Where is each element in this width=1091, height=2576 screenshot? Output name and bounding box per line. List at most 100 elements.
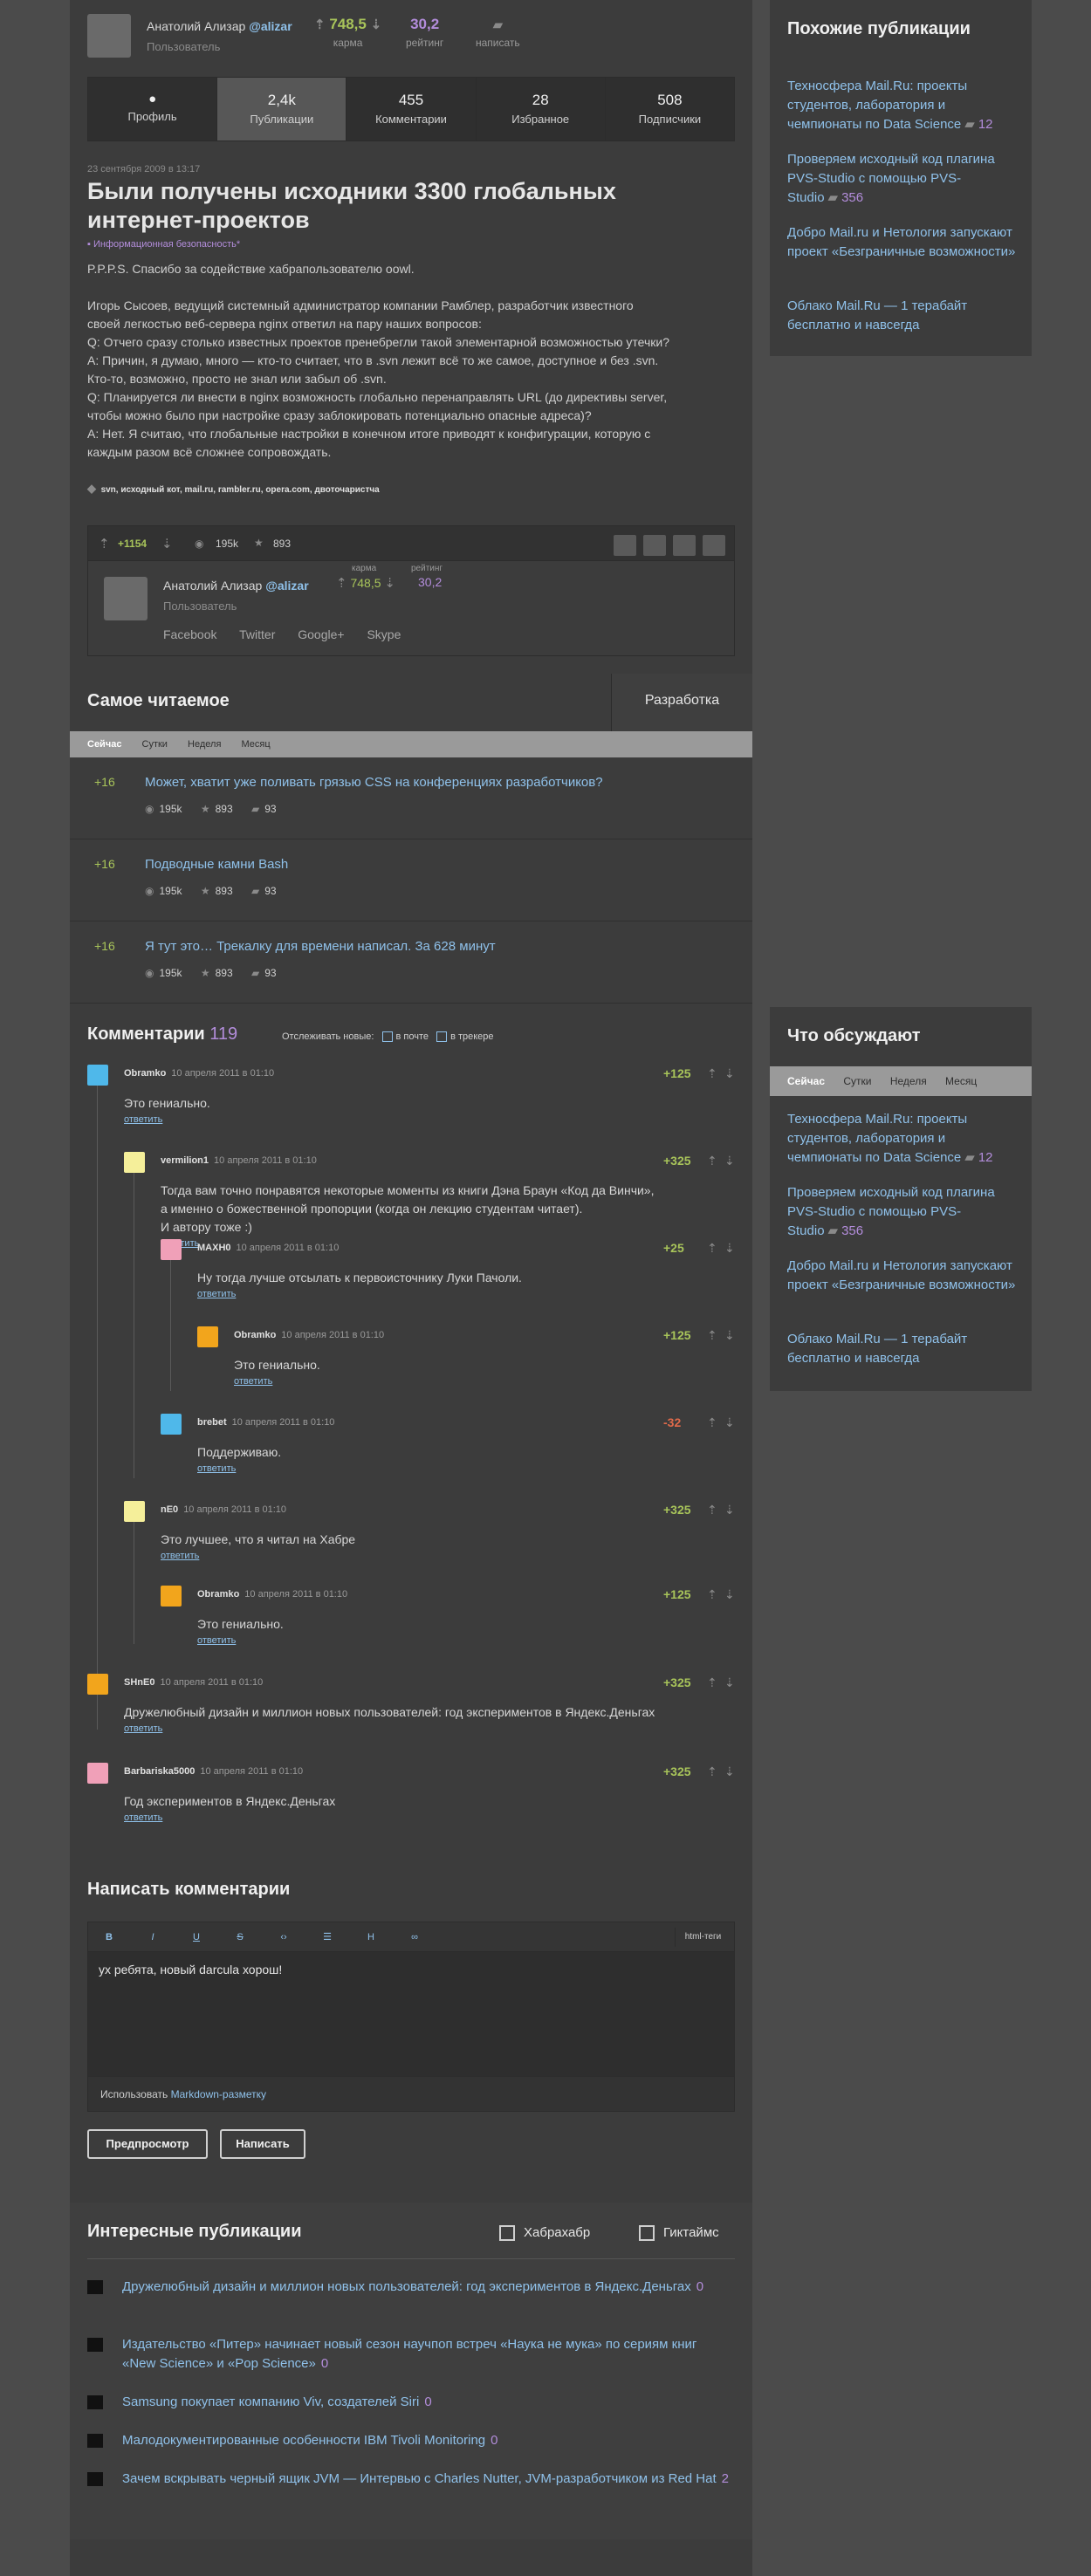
period-month[interactable]: Месяц — [241, 739, 270, 750]
comment-avatar[interactable] — [124, 1152, 145, 1173]
similar-link[interactable]: Облако Mail.Ru — 1 терабайт бесплатно и … — [787, 298, 967, 332]
vote-up-icon[interactable]: ⇡ — [314, 17, 326, 32]
list-icon[interactable]: ☰ — [315, 1928, 340, 1947]
vote-down-icon[interactable]: ⇣ — [724, 1154, 744, 1168]
strikethrough-icon[interactable]: S — [228, 1928, 252, 1947]
interesting-link[interactable]: Samsung покупает компанию Viv, создателе… — [122, 2394, 419, 2409]
comment-avatar[interactable] — [124, 1501, 145, 1522]
interesting-link[interactable]: Издательство «Питер» начинает новый сезо… — [122, 2337, 696, 2371]
bold-icon[interactable]: B — [97, 1928, 121, 1947]
submit-button[interactable]: Написать — [220, 2129, 305, 2159]
comment-avatar[interactable] — [87, 1763, 108, 1784]
track-tracker-checkbox[interactable] — [436, 1031, 448, 1043]
author-card-nick[interactable]: @alizar — [265, 579, 308, 593]
post-hub[interactable]: ▪ Информационная безопасность* — [87, 239, 240, 250]
vote-up-icon[interactable]: ⇡ — [99, 536, 110, 552]
vote-up-icon[interactable]: ⇡ — [707, 1328, 726, 1343]
vote-down-icon[interactable]: ⇣ — [384, 576, 395, 591]
markdown-link[interactable]: Markdown-разметку — [171, 2088, 266, 2100]
html-tags-button[interactable]: html-теги — [675, 1928, 731, 1947]
geektimes-filter[interactable]: Гиктаймс — [639, 2225, 719, 2242]
twitter-link[interactable]: Twitter — [239, 627, 275, 641]
reply-link[interactable]: ответить — [124, 1812, 162, 1823]
vote-down-icon[interactable]: ⇣ — [724, 1066, 744, 1081]
share-facebook-icon[interactable] — [643, 535, 666, 556]
facebook-link[interactable]: Facebook — [163, 627, 216, 641]
geektimes-checkbox[interactable] — [639, 2225, 655, 2242]
skype-link[interactable]: Skype — [367, 627, 401, 641]
discussed-link[interactable]: Техносфера Mail.Ru: проекты студентов, л… — [787, 1112, 967, 1165]
reply-link[interactable]: ответить — [197, 1289, 236, 1299]
interesting-link[interactable]: Дружелюбный дизайн и миллион новых польз… — [122, 2279, 691, 2294]
vote-up-icon[interactable]: ⇡ — [336, 576, 347, 591]
reply-link[interactable]: ответить — [161, 1551, 199, 1561]
write-message-button[interactable]: ▰ написать — [476, 16, 520, 49]
italic-icon[interactable]: I — [141, 1928, 165, 1947]
vote-up-icon[interactable]: ⇡ — [707, 1675, 726, 1690]
vote-down-icon[interactable]: ⇣ — [371, 17, 382, 32]
comment-avatar[interactable] — [87, 1065, 108, 1086]
tab-followers[interactable]: 508 Подписчики — [606, 78, 734, 140]
vote-up-icon[interactable]: ⇡ — [707, 1587, 726, 1602]
habr-checkbox[interactable] — [499, 2225, 515, 2242]
vote-down-icon[interactable]: ⇣ — [724, 1503, 744, 1518]
comment-avatar[interactable] — [161, 1239, 182, 1260]
vote-down-icon[interactable]: ⇣ — [724, 1764, 744, 1779]
period-month[interactable]: Месяц — [945, 1075, 977, 1087]
reply-link[interactable]: ответить — [124, 1723, 162, 1734]
author-card-name[interactable]: Анатолий Ализар — [163, 579, 262, 593]
comment-avatar[interactable] — [87, 1674, 108, 1695]
most-read-link[interactable]: Может, хватит уже поливать грязью CSS на… — [145, 775, 603, 790]
vote-down-icon[interactable]: ⇣ — [724, 1415, 744, 1430]
underline-icon[interactable]: U — [184, 1928, 209, 1947]
comment-avatar[interactable] — [161, 1586, 182, 1607]
discussed-link[interactable]: Облако Mail.Ru — 1 терабайт бесплатно и … — [787, 1332, 967, 1366]
discussed-link[interactable]: Проверяем исходный код плагина PVS-Studi… — [787, 1185, 995, 1238]
reply-link[interactable]: ответить — [234, 1376, 272, 1387]
share-gplus-icon[interactable] — [703, 535, 725, 556]
post-tags[interactable]: ◆ svn, исходный кот, mail.ru, rambler.ru… — [87, 482, 380, 496]
vote-down-icon[interactable]: ⇣ — [161, 536, 173, 552]
avatar[interactable] — [87, 14, 131, 58]
vote-up-icon[interactable]: ⇡ — [707, 1154, 726, 1168]
similar-link[interactable]: Техносфера Mail.Ru: проекты студентов, л… — [787, 79, 967, 132]
vote-up-icon[interactable]: ⇡ — [707, 1415, 726, 1430]
discussed-link[interactable]: Добро Mail.ru и Нетология запускают прое… — [787, 1258, 1015, 1292]
star-icon[interactable]: ★ — [254, 537, 264, 549]
googleplus-link[interactable]: Google+ — [298, 627, 344, 641]
tab-favorites[interactable]: 28 Избранное — [477, 78, 606, 140]
vote-down-icon[interactable]: ⇣ — [724, 1328, 744, 1343]
tab-publications[interactable]: 2,4k Публикации — [217, 78, 347, 140]
vote-down-icon[interactable]: ⇣ — [724, 1241, 744, 1256]
vote-down-icon[interactable]: ⇣ — [724, 1675, 744, 1690]
habr-filter[interactable]: Хабрахабр — [499, 2225, 590, 2242]
preview-button[interactable]: Предпросмотр — [87, 2129, 208, 2159]
track-mail-checkbox[interactable] — [381, 1031, 393, 1043]
vote-up-icon[interactable]: ⇡ — [707, 1503, 726, 1518]
tab-development[interactable]: Разработка — [611, 674, 752, 731]
comment-user[interactable]: SHnE0 10 апреля 2011 в 01:10 — [124, 1677, 263, 1688]
period-day[interactable]: Сутки — [843, 1075, 871, 1087]
similar-link[interactable]: Проверяем исходный код плагина PVS-Studi… — [787, 152, 995, 205]
tab-comments[interactable]: 455 Комментарии — [347, 78, 477, 140]
comment-user[interactable]: Obramko 10 апреля 2011 в 01:10 — [234, 1330, 384, 1340]
reply-link[interactable]: ответить — [124, 1114, 162, 1125]
author-nick[interactable]: @alizar — [249, 19, 292, 33]
most-read-link[interactable]: Я тут это… Трекалку для времени написал.… — [145, 939, 496, 954]
comment-avatar[interactable] — [161, 1414, 182, 1435]
comment-avatar[interactable] — [197, 1326, 218, 1347]
reply-link[interactable]: ответить — [197, 1463, 236, 1474]
interesting-link[interactable]: Малодокументированные особенности IBM Ti… — [122, 2433, 485, 2448]
comment-user[interactable]: Obramko 10 апреля 2011 в 01:10 — [197, 1589, 347, 1600]
similar-link[interactable]: Добро Mail.ru и Нетология запускают прое… — [787, 225, 1015, 259]
vote-down-icon[interactable]: ⇣ — [724, 1587, 744, 1602]
link-icon[interactable]: ∞ — [402, 1928, 427, 1947]
share-vk-icon[interactable] — [614, 535, 636, 556]
tab-profile[interactable]: ● Профиль — [88, 78, 218, 140]
comment-user[interactable]: brebet 10 апреля 2011 в 01:10 — [197, 1417, 334, 1428]
heading-icon[interactable]: H — [359, 1928, 383, 1947]
period-now[interactable]: Сейчас — [787, 1075, 825, 1087]
share-twitter-icon[interactable] — [673, 535, 696, 556]
reply-link[interactable]: ответить — [197, 1635, 236, 1646]
period-day[interactable]: Сутки — [142, 739, 168, 750]
